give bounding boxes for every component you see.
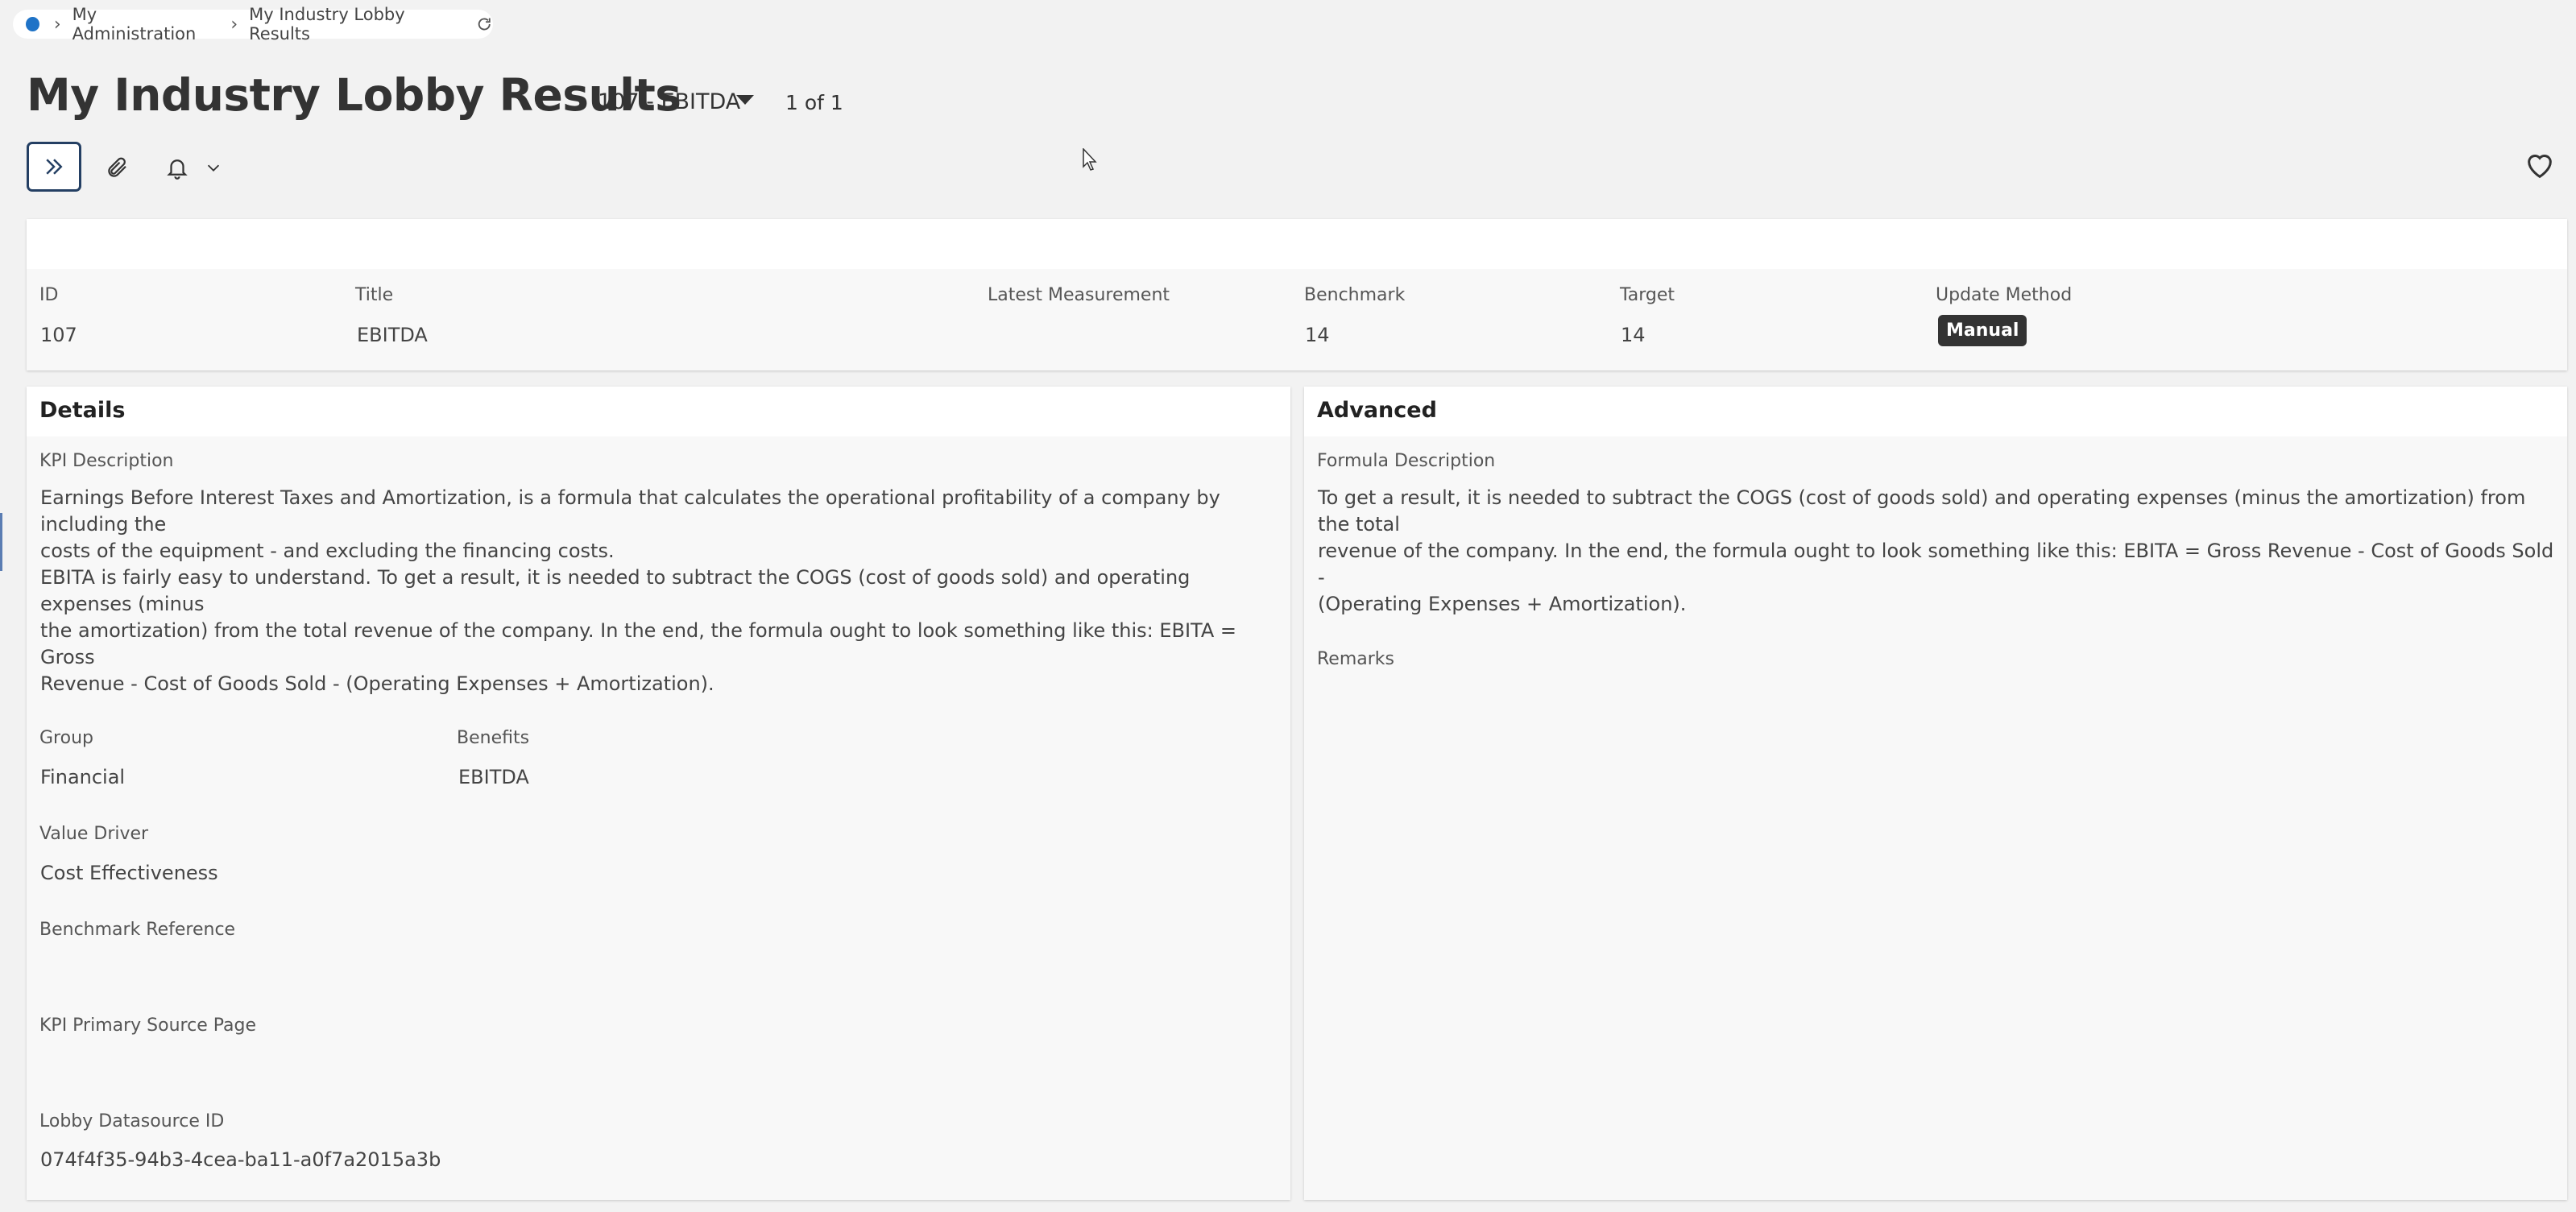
value-driver-value: Cost Effectiveness xyxy=(40,862,218,884)
group-value: Financial xyxy=(40,766,126,788)
kpi-description-line: Revenue - Cost of Goods Sold - (Operatin… xyxy=(40,672,714,695)
scroll-indicator xyxy=(0,513,2,571)
summary-benchmark-label: Benchmark xyxy=(1304,285,1406,305)
benefits-label: Benefits xyxy=(457,728,530,748)
notifications-dropdown[interactable] xyxy=(195,150,232,185)
details-panel: Details KPI Description Earnings Before … xyxy=(27,387,1290,1200)
summary-id-value: 107 xyxy=(40,324,77,346)
formula-description-value: To get a result, it is needed to subtrac… xyxy=(1318,485,2558,618)
refresh-icon[interactable] xyxy=(475,14,493,34)
kpi-summary-card: ID 107 Title EBITDA Latest Measurement B… xyxy=(27,219,2567,370)
formula-description-line: To get a result, it is needed to subtrac… xyxy=(1318,486,2526,536)
chevron-right-icon: › xyxy=(53,14,61,35)
formula-description-line: revenue of the company. In the end, the … xyxy=(1318,540,2554,589)
lobby-datasource-value: 074f4f35-94b3-4cea-ba11-a0f7a2015a3b xyxy=(40,1148,441,1171)
summary-title-value: EBITDA xyxy=(357,324,428,346)
breadcrumb-link-administration[interactable]: My Administration xyxy=(72,5,217,43)
page-title: My Industry Lobby Results xyxy=(27,69,681,121)
group-label: Group xyxy=(39,728,93,748)
mouse-cursor-icon xyxy=(1083,148,1097,171)
summary-id-label: ID xyxy=(39,285,59,305)
notifications-button[interactable] xyxy=(159,150,195,185)
breadcrumb: › My Administration › My Industry Lobby … xyxy=(13,5,493,43)
kpi-primary-source-label: KPI Primary Source Page xyxy=(39,1016,256,1036)
details-panel-title: Details xyxy=(39,398,126,423)
bell-icon xyxy=(167,159,188,180)
caret-down-icon[interactable] xyxy=(736,95,754,105)
kpi-description-line: the amortization) from the total revenue… xyxy=(40,619,1237,668)
benchmark-reference-label: Benchmark Reference xyxy=(39,920,236,940)
chevrons-right-icon xyxy=(46,159,63,175)
summary-latest-measurement-label: Latest Measurement xyxy=(988,285,1170,305)
formula-description-label: Formula Description xyxy=(1317,451,1496,471)
update-method-badge: Manual xyxy=(1938,315,2027,346)
details-panel-header: Details xyxy=(27,387,1290,436)
summary-update-method-label: Update Method xyxy=(1936,285,2073,305)
favorite-heart-icon[interactable] xyxy=(2522,150,2557,182)
chevron-down-icon xyxy=(207,164,220,172)
advanced-panel: Advanced Formula Description To get a re… xyxy=(1304,387,2567,1200)
summary-target-label: Target xyxy=(1620,285,1675,305)
home-icon[interactable] xyxy=(26,17,39,31)
record-pager: 1 of 1 xyxy=(785,91,843,114)
summary-target-value: 14 xyxy=(1621,324,1646,346)
kpi-description-line: Earnings Before Interest Taxes and Amort… xyxy=(40,486,1220,536)
value-driver-label: Value Driver xyxy=(39,824,149,844)
paperclip-icon xyxy=(108,157,126,177)
expand-button[interactable] xyxy=(27,142,81,192)
chevron-right-icon: › xyxy=(230,14,238,35)
lobby-datasource-label: Lobby Datasource ID xyxy=(39,1111,225,1131)
kpi-description-value: Earnings Before Interest Taxes and Amort… xyxy=(40,485,1281,697)
advanced-panel-title: Advanced xyxy=(1317,398,1437,423)
remarks-label: Remarks xyxy=(1317,649,1394,669)
summary-header-strip xyxy=(27,219,2567,269)
summary-benchmark-value: 14 xyxy=(1305,324,1330,346)
benefits-value: EBITDA xyxy=(458,766,529,788)
kpi-description-label: KPI Description xyxy=(39,451,174,471)
kpi-description-line: EBITA is fairly easy to understand. To g… xyxy=(40,566,1191,615)
kpi-description-line: costs of the equipment - and excluding t… xyxy=(40,540,615,562)
breadcrumb-link-current[interactable]: My Industry Lobby Results xyxy=(249,5,457,43)
summary-title-label: Title xyxy=(355,285,394,305)
advanced-panel-header: Advanced xyxy=(1304,387,2567,436)
formula-description-line: (Operating Expenses + Amortization). xyxy=(1318,593,1687,615)
record-selector[interactable]: 107 - EBITDA xyxy=(598,89,740,114)
attachment-button[interactable] xyxy=(100,150,135,185)
